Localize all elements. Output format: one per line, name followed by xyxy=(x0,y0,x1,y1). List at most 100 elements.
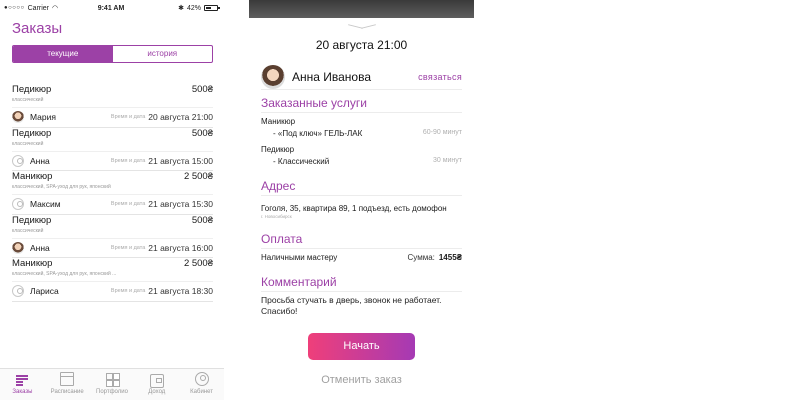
tab-bar: Заказы Расписание Портфолио Доход Кабинет xyxy=(0,368,224,400)
comment-section-title: Комментарий xyxy=(261,275,462,292)
tab-grid[interactable]: Портфолио xyxy=(90,369,135,400)
order-service: Маникюр xyxy=(12,171,53,182)
client-name: Максим xyxy=(30,199,61,209)
payment-method: Наличными мастеру xyxy=(261,253,338,262)
service-item-name: - Классический xyxy=(273,157,330,166)
order-client-row: Максим Время и дата 21 августа 15:30 xyxy=(12,194,213,211)
client-name: Анна xyxy=(30,155,50,166)
client-profile: Анна Иванова связаться xyxy=(261,64,462,90)
datetime-label: Время и дата xyxy=(110,157,146,164)
datetime-label: Время и дата xyxy=(110,201,146,207)
user-icon xyxy=(194,372,209,386)
city-text: г. Новосибирск xyxy=(261,214,292,219)
start-button[interactable]: Начать xyxy=(308,333,415,360)
order-service: Педикюр xyxy=(12,84,52,95)
battery-icon xyxy=(204,5,220,11)
avatar xyxy=(12,111,24,123)
status-bar: ●○○○○ Carrier ◠ 9:41 AM ✱ 42% xyxy=(4,3,220,13)
order-client-row: Лариса Время и дата 21 августа 18:30 xyxy=(12,281,213,298)
order-item[interactable]: Педикюр 500₴ классический Анна Время и дата 2… xyxy=(12,214,213,258)
orders-screen: ●○○○○ Carrier ◠ 9:41 AM ✱ 42% Заказы тек… xyxy=(0,0,224,400)
order-service: Маникюр xyxy=(12,258,53,269)
address-text: Гоголя, 35, квартира 89, 1 подъезд, есть… xyxy=(261,204,447,213)
service-line: - Классический 30 минут xyxy=(273,157,462,166)
order-service: Педикюр xyxy=(12,214,52,226)
avatar xyxy=(12,198,24,210)
order-client-row: Мария Время и дата 20 августа 21:00 xyxy=(12,107,213,124)
orders-segmented-control: текущие история xyxy=(12,45,213,63)
order-datetime: 21 августа 16:00 xyxy=(148,242,213,253)
service-item-duration: 30 минут xyxy=(432,157,462,164)
order-price: 500₴ xyxy=(191,84,213,95)
order-item[interactable]: Педикюр 500₴ классический Мария Время и дата… xyxy=(12,84,213,128)
dimmed-header xyxy=(249,0,474,18)
order-price: 2 500₴ xyxy=(183,171,213,182)
order-item[interactable]: Маникюр 2 500₴ классический, SPA-уход для … xyxy=(12,171,213,215)
list-icon xyxy=(15,372,29,386)
chevron-down-icon[interactable] xyxy=(348,23,376,32)
order-price: 500₴ xyxy=(191,127,213,139)
datetime-label: Время и дата xyxy=(110,114,146,120)
order-price: 2 500₴ xyxy=(183,258,213,269)
client-name: Анна xyxy=(30,242,50,253)
order-details: классический, SPA-уход для рук, японский xyxy=(12,184,111,190)
order-item[interactable]: Маникюр 2 500₴ классический, SPA-уход для … xyxy=(12,258,213,302)
datetime-label: Время и дата xyxy=(110,288,146,294)
grid-icon xyxy=(105,372,119,386)
service-group-name: Педикюр xyxy=(261,145,295,154)
address-section-title: Адрес xyxy=(261,179,462,196)
order-price: 500₴ xyxy=(191,214,213,226)
client-name: Анна Иванова xyxy=(292,69,372,84)
tab-label: Доход xyxy=(148,389,166,395)
avatar xyxy=(12,154,24,167)
order-client-row: Анна Время и дата 21 августа 16:00 xyxy=(12,237,213,255)
wallet-icon xyxy=(149,374,164,388)
comment-text: Просьба стучать в дверь, звонок не работ… xyxy=(261,295,442,316)
sum-label: Сумма: xyxy=(407,253,435,262)
service-line: - «Под ключ» ГЕЛЬ-ЛАК 60-90 минут xyxy=(273,129,462,138)
orders-list: Педикюр 500₴ классический Мария Время и дата… xyxy=(12,84,213,302)
client-name: Лариса xyxy=(30,286,59,296)
order-details: классический xyxy=(12,140,44,147)
sum-value: 1455₴ xyxy=(438,253,462,262)
calendar-icon xyxy=(60,372,75,386)
tab-wallet[interactable]: Доход xyxy=(134,369,179,400)
tab-label: Портфолио xyxy=(96,389,128,395)
screen: ●○○○○ Carrier ◠ 9:41 AM ✱ 42% Заказы тек… xyxy=(0,0,800,400)
tab-user[interactable]: Кабинет xyxy=(179,369,224,400)
order-datetime: 21 августа 18:30 xyxy=(148,286,213,296)
payment-row: Наличными мастеру Сумма: 1455₴ xyxy=(261,253,462,262)
service-item-duration: 60-90 минут xyxy=(422,129,462,136)
tab-calendar[interactable]: Расписание xyxy=(45,369,90,400)
services-section-title: Заказанные услуги xyxy=(261,96,462,113)
tab-list[interactable]: Заказы xyxy=(0,369,45,400)
payment-section-title: Оплата xyxy=(261,232,462,249)
avatar xyxy=(261,64,285,89)
order-item[interactable]: Педикюр 500₴ классический Анна Время и дата 2… xyxy=(12,127,213,171)
status-time: 9:41 AM xyxy=(97,4,125,12)
order-date-title: 20 августа 21:00 xyxy=(315,38,408,52)
service-group-name: Маникюр xyxy=(261,117,296,126)
avatar xyxy=(12,285,24,297)
page-title: Заказы xyxy=(12,20,63,37)
order-detail-screen: 20 августа 21:00 Анна Иванова связаться … xyxy=(249,0,474,400)
segment-history[interactable]: история xyxy=(113,46,213,62)
order-details: классический, SPA-уход для рук, японский… xyxy=(12,271,117,277)
segment-current[interactable]: текущие xyxy=(13,46,113,62)
client-name: Мария xyxy=(30,112,56,122)
order-datetime: 21 августа 15:30 xyxy=(148,199,213,209)
tab-label: Кабинет xyxy=(190,389,213,395)
order-datetime: 21 августа 15:00 xyxy=(148,155,213,166)
datetime-label: Время и дата xyxy=(110,244,146,251)
order-details: классический xyxy=(12,97,44,103)
order-datetime: 20 августа 21:00 xyxy=(148,112,213,122)
contact-link[interactable]: связаться xyxy=(418,72,462,82)
tab-label: Заказы xyxy=(12,389,33,395)
service-item-name: - «Под ключ» ГЕЛЬ-ЛАК xyxy=(273,129,363,138)
order-details: классический xyxy=(12,227,44,234)
order-client-row: Анна Время и дата 21 августа 15:00 xyxy=(12,150,213,168)
cancel-order-button[interactable]: Отменить заказ xyxy=(249,374,474,386)
avatar xyxy=(12,241,24,254)
order-service: Педикюр xyxy=(12,127,52,139)
tab-label: Расписание xyxy=(50,389,84,395)
